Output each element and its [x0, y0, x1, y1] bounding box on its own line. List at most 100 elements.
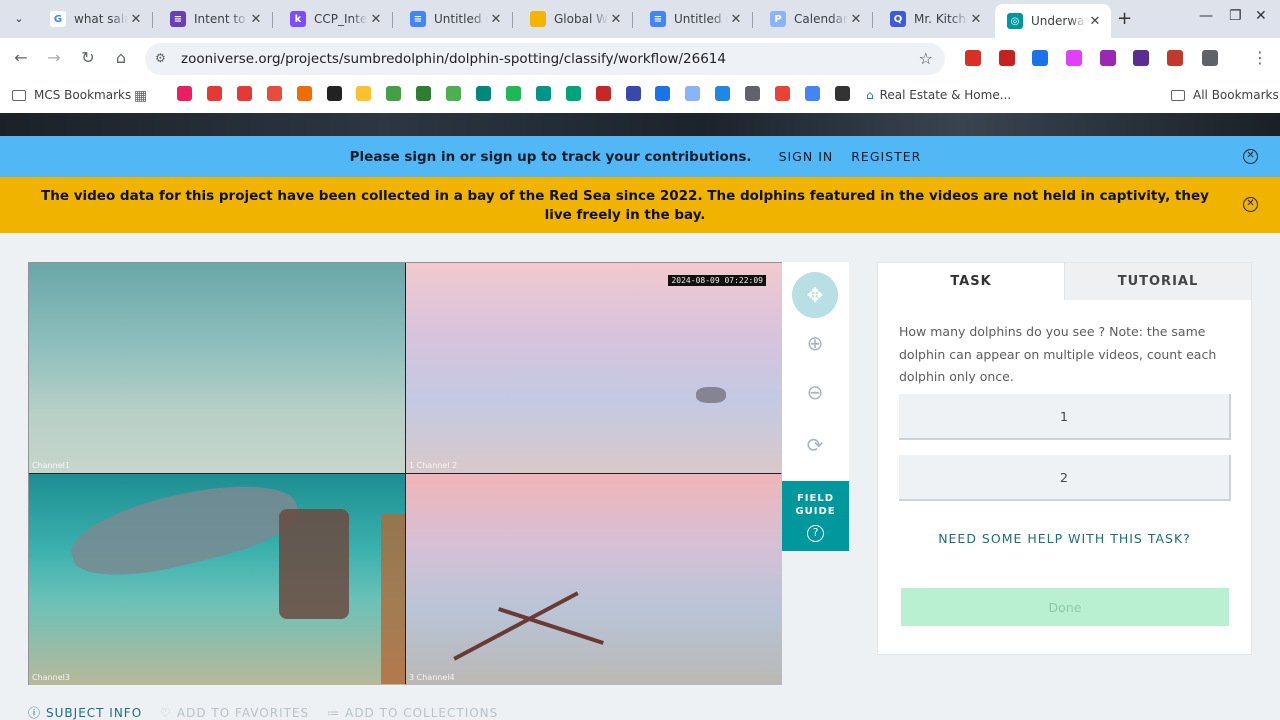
answer-option-2[interactable]: 2: [899, 455, 1231, 501]
bookmark-favicon-icon[interactable]: [266, 86, 282, 101]
bookmark-favicon-icon[interactable]: [535, 86, 551, 101]
reset-rotate-icon[interactable]: ⟳: [792, 422, 838, 468]
all-bookmarks-label: All Bookmarks: [1193, 88, 1279, 102]
camera-view-1: Channel1: [29, 263, 405, 473]
book-extension-icon[interactable]: [1167, 50, 1183, 66]
docs-icon: ≡: [410, 11, 426, 27]
tab-task[interactable]: TASK: [878, 263, 1064, 300]
camera-view-4: 3 Channel4: [406, 474, 782, 685]
bookmark-real-estate[interactable]: ⌂ Real Estate & Home...: [866, 88, 1011, 102]
bookmark-favicon-icon[interactable]: [745, 86, 761, 101]
bookmark-favicon-icon[interactable]: [655, 86, 671, 101]
bookmark-favicon-icon[interactable]: [416, 86, 432, 101]
done-button[interactable]: Done: [901, 588, 1229, 626]
all-bookmarks[interactable]: All Bookmarks: [1171, 88, 1279, 102]
bookmark-favicon-icon[interactable]: [296, 86, 312, 101]
tab-tutorial[interactable]: TUTORIAL: [1064, 263, 1251, 300]
site-info-icon[interactable]: ⚙: [155, 51, 166, 65]
translate-extension-icon[interactable]: [1032, 50, 1048, 66]
rock-shape: [696, 387, 726, 403]
forward-icon[interactable]: →: [43, 48, 65, 67]
close-tab-icon[interactable]: ✕: [1087, 14, 1103, 29]
new-tab-icon[interactable]: +: [1117, 8, 1132, 29]
bookmark-favicon-icon[interactable]: [565, 86, 581, 101]
tab-title: Calendar |: [794, 12, 848, 26]
add-to-favorites-button[interactable]: ♡ ADD TO FAVORITES: [160, 704, 309, 720]
field-guide-label: FIELD GUIDE: [795, 493, 836, 517]
k-extension-icon[interactable]: [1133, 50, 1149, 66]
pen-extension-icon[interactable]: [965, 50, 981, 66]
bookmark-favicon-icon[interactable]: [386, 86, 402, 101]
bookmark-favicon-icon[interactable]: [326, 86, 342, 101]
close-tab-icon[interactable]: ✕: [608, 12, 624, 27]
close-tab-icon[interactable]: ✕: [248, 12, 264, 27]
task-panel: TASK TUTORIAL How many dolphins do you s…: [877, 262, 1252, 655]
close-icon[interactable]: ✕: [1243, 149, 1258, 164]
extensions-icon[interactable]: [1202, 50, 1218, 66]
bookmark-favicon-icon[interactable]: [834, 86, 850, 101]
minimize-icon[interactable]: —: [1199, 8, 1213, 24]
close-tab-icon[interactable]: ✕: [728, 12, 744, 27]
browser-tab[interactable]: k CCP_Inten✕: [278, 4, 393, 34]
address-bar[interactable]: ⚙ zooniverse.org/projects/sumbredolphin/…: [145, 43, 945, 75]
close-tab-icon[interactable]: ✕: [488, 12, 504, 27]
puzzle-extension-icon[interactable]: [1100, 50, 1116, 66]
answer-option-1[interactable]: 1: [899, 394, 1231, 440]
browser-tab[interactable]: Global Wa✕: [518, 4, 633, 34]
bookmark-favicon-icon[interactable]: [715, 86, 731, 101]
camera-label: Channel1: [32, 461, 70, 470]
browser-toolbar: ← → ↻ ⌂ ⚙ zooniverse.org/projects/sumbre…: [0, 38, 1280, 80]
bookmark-favicon-icon[interactable]: [505, 86, 521, 101]
tab-title: Mr. Kitche: [914, 12, 968, 26]
apps-grid-icon[interactable]: ▦: [134, 88, 147, 104]
browser-tab[interactable]: ≡ Untitled do✕: [398, 4, 513, 34]
bookmark-favicon-icon[interactable]: [446, 86, 462, 101]
folder-icon: [12, 89, 26, 101]
restore-icon[interactable]: ❐: [1229, 8, 1242, 24]
video-extension-icon[interactable]: [999, 50, 1015, 66]
close-window-icon[interactable]: ✕: [1255, 8, 1267, 24]
browser-tab[interactable]: ≡ Untitled do✕: [638, 4, 753, 34]
reload-icon[interactable]: ↻: [77, 48, 99, 67]
chrome-menu-icon[interactable]: ⋮: [1249, 48, 1271, 67]
url-text[interactable]: zooniverse.org/projects/sumbredolphin/do…: [181, 51, 726, 67]
bookmark-favicon-icon[interactable]: [476, 86, 491, 101]
add-to-collections-button[interactable]: ≔ ADD TO COLLECTIONS: [327, 704, 498, 720]
bookmark-star-icon[interactable]: ☆: [919, 49, 933, 68]
browser-tab[interactable]: Gwhat salary✕: [38, 4, 153, 34]
tab-search-icon[interactable]: ⌄: [8, 7, 30, 29]
tab-title: Intent to P: [194, 12, 248, 26]
bookmark-favicon-icon[interactable]: [356, 86, 372, 101]
subject-viewer[interactable]: Channel1 2024-08-09 07:22:09 1 Channel 2…: [28, 262, 782, 685]
bookmark-favicon-icon[interactable]: [177, 86, 192, 101]
sign-in-link[interactable]: SIGN IN: [779, 149, 834, 164]
google-icon: G: [50, 11, 66, 27]
browser-tab[interactable]: Q Mr. Kitche ✕: [878, 4, 992, 34]
arrow-extension-icon[interactable]: [1066, 50, 1082, 66]
zoom-in-icon[interactable]: ⊕: [792, 320, 838, 366]
zoom-out-icon[interactable]: ⊖: [792, 369, 838, 415]
task-help-link[interactable]: NEED SOME HELP WITH THIS TASK?: [878, 531, 1251, 546]
bookmark-favicon-icon[interactable]: [685, 86, 701, 101]
close-tab-icon[interactable]: ✕: [128, 12, 144, 27]
bookmark-favicon-icon[interactable]: [804, 86, 820, 101]
bookmark-favicon-icon[interactable]: [206, 86, 222, 101]
browser-tab[interactable]: ≡ Intent to P✕: [158, 4, 273, 34]
bookmark-favicon-icon[interactable]: [595, 86, 611, 101]
close-tab-icon[interactable]: ✕: [848, 12, 864, 27]
bookmark-favicon-icon[interactable]: [236, 86, 252, 101]
bookmark-favicon-icon[interactable]: [625, 86, 641, 101]
close-tab-icon[interactable]: ✕: [968, 12, 984, 27]
home-icon[interactable]: ⌂: [110, 48, 132, 67]
close-tab-icon[interactable]: ✕: [368, 12, 384, 27]
browser-tab[interactable]: ◎ Underwate✕: [995, 4, 1111, 38]
bookmark-folder-mcs[interactable]: MCS Bookmarks: [12, 88, 131, 102]
browser-tab[interactable]: P Calendar |✕: [758, 4, 873, 34]
close-icon[interactable]: ✕: [1243, 197, 1258, 212]
back-icon[interactable]: ←: [10, 48, 32, 67]
move-icon[interactable]: ✥: [792, 272, 838, 318]
subject-info-button[interactable]: ⓘ SUBJECT INFO: [28, 704, 142, 720]
field-guide-button[interactable]: FIELD GUIDE ?: [782, 481, 849, 551]
register-link[interactable]: REGISTER: [851, 149, 921, 164]
bookmark-favicon-icon[interactable]: [775, 86, 790, 101]
